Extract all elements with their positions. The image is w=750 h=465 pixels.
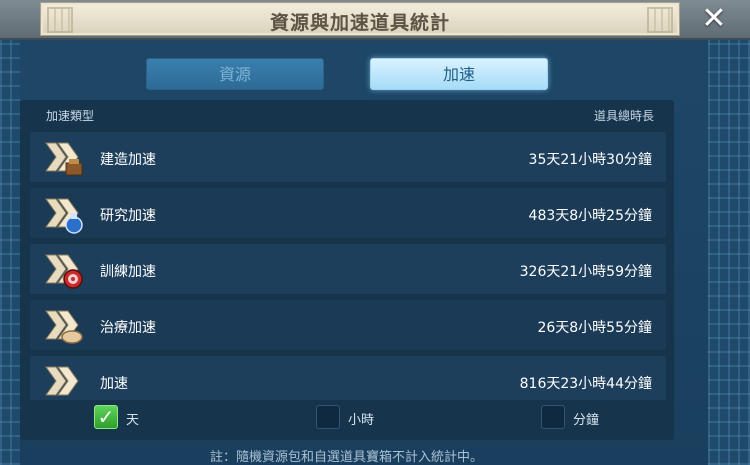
footer-note: 註：隨機資源包和自選道具寶箱不計入統計中。 [209, 450, 483, 465]
column-header-type: 加速類型 [46, 109, 95, 123]
days-checkbox[interactable]: ✓ [94, 405, 118, 429]
minutes-checkbox[interactable] [541, 405, 565, 429]
healing-speedup-icon [45, 310, 83, 344]
build-speedup-icon [45, 142, 83, 176]
title-bar: 資源與加速道具統計 ✕ [0, 0, 750, 40]
list-item: 建造加速 35天21小時30分鐘 [30, 132, 666, 182]
training-speedup-icon [45, 254, 83, 289]
column-header-total: 道具總時長 [593, 109, 654, 123]
row-value: 26天8小時55分鐘 [537, 320, 652, 336]
tab-resources[interactable]: 資源 [146, 58, 324, 90]
row-value: 35天21小時30分鐘 [528, 152, 652, 168]
row-value: 483天8小時25分鐘 [528, 208, 652, 224]
window-title: 資源與加速道具統計 [269, 12, 450, 34]
list-item: 治療加速 26天8小時55分鐘 [30, 300, 666, 350]
tab-speedups[interactable]: 加速 [370, 58, 548, 90]
title-plate: 資源與加速道具統計 [40, 2, 680, 36]
left-frame-pattern [0, 40, 20, 465]
row-value: 816天23小時44分鐘 [519, 376, 652, 392]
row-label: 研究加速 [100, 208, 156, 224]
row-label: 建造加速 [100, 152, 156, 168]
title-ornament-right-icon [647, 7, 673, 33]
row-label: 治療加速 [100, 320, 156, 336]
list-item: 研究加速 483天8小時25分鐘 [30, 188, 666, 238]
close-icon[interactable]: ✕ [698, 4, 730, 36]
list-item: 加速 816天23小時44分鐘 [30, 356, 666, 400]
list-item: 訓練加速 326天21小時59分鐘 [30, 244, 666, 294]
right-frame-pattern [708, 40, 750, 465]
hours-label: 小時 [348, 413, 375, 428]
days-label: 天 [126, 413, 140, 428]
row-value: 326天21小時59分鐘 [519, 264, 652, 280]
row-label: 加速 [100, 376, 128, 392]
universal-speedup-icon [45, 366, 79, 396]
hours-checkbox[interactable] [316, 405, 340, 429]
minutes-label: 分鐘 [573, 413, 600, 428]
research-speedup-icon [45, 198, 83, 234]
row-label: 訓練加速 [100, 264, 156, 280]
speedup-list[interactable]: 建造加速 35天21小時30分鐘 研究加速 483天8小時25分鐘 訓練加速 3… [30, 132, 666, 400]
